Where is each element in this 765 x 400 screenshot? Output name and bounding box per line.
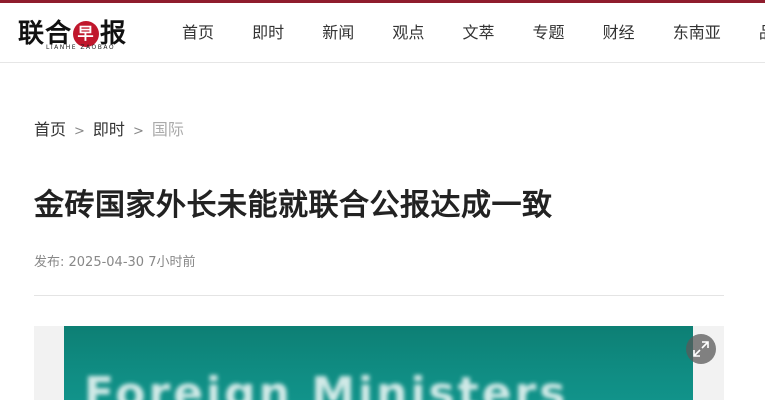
breadcrumb-home[interactable]: 首页: [34, 120, 66, 139]
article-title: 金砖国家外长未能就联合公报达成一致: [34, 188, 553, 223]
nav-item-opinion[interactable]: 观点: [392, 19, 424, 43]
nav-item-sea[interactable]: 东南亚: [673, 19, 721, 43]
photo-text: Foreign Ministers: [84, 368, 569, 400]
breadcrumb: 首页 > 即时 > 国际: [34, 116, 184, 140]
image-expand-button[interactable]: [686, 334, 716, 364]
breadcrumb-separator: >: [74, 124, 85, 139]
expand-icon: [693, 341, 709, 357]
site-logo[interactable]: 联合早报 LIANHE ZAOBAO: [18, 11, 133, 55]
divider: [34, 295, 724, 296]
nav-item-realtime[interactable]: 即时: [252, 19, 284, 43]
article-publish-meta: 发布: 2025-04-30 7小时前: [34, 255, 196, 270]
nav-item-lifestyle[interactable]: 品味: [759, 19, 765, 43]
breadcrumb-realtime[interactable]: 即时: [93, 120, 125, 139]
nav-item-news[interactable]: 新闻: [322, 19, 354, 43]
site-header: 联合早报 LIANHE ZAOBAO 首页 即时 新闻 观点 文萃 专题 财经 …: [0, 3, 765, 63]
breadcrumb-separator: >: [132, 124, 144, 139]
breadcrumb-current: 国际: [151, 120, 184, 139]
main-nav: 首页 即时 新闻 观点 文萃 专题 财经 东南亚 品味: [182, 19, 765, 43]
logo-subtitle: LIANHE ZAOBAO: [46, 44, 116, 51]
nav-item-special[interactable]: 专题: [533, 19, 565, 43]
nav-item-digest[interactable]: 文萃: [462, 19, 494, 43]
article-image-container: Foreign Ministers: [34, 326, 724, 400]
nav-item-finance[interactable]: 财经: [603, 19, 635, 43]
article-photo[interactable]: Foreign Ministers: [64, 326, 693, 400]
nav-item-home[interactable]: 首页: [182, 19, 214, 43]
